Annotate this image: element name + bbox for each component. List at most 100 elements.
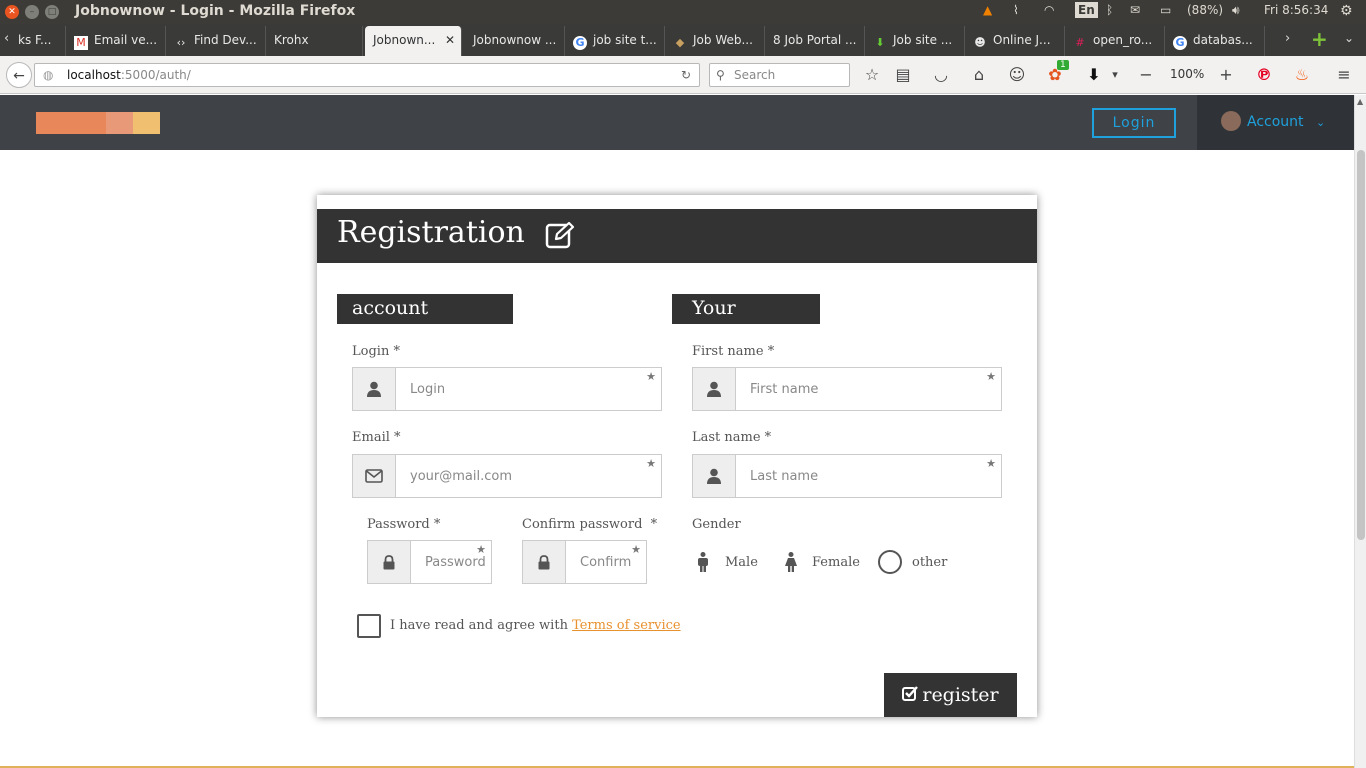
your-details-heading: Your details — [672, 294, 820, 347]
minimize-window-icon[interactable]: – — [25, 5, 39, 19]
tab[interactable]: ‹› Find Dev... — [166, 26, 266, 56]
first-name-input[interactable] — [737, 368, 999, 410]
site-logo[interactable] — [36, 112, 160, 134]
last-name-input[interactable] — [737, 455, 999, 497]
vlc-icon[interactable]: ▲ — [983, 3, 992, 17]
other-label: other — [912, 554, 948, 570]
google-icon: G — [573, 36, 587, 50]
pocket-icon[interactable]: ◡ — [929, 62, 953, 88]
first-name-field: ★ — [692, 367, 1002, 411]
tab-scroll-right-icon[interactable]: › — [1285, 31, 1290, 46]
fire-icon[interactable]: ♨ — [1290, 62, 1314, 88]
settings-gear-icon[interactable]: ⚙ — [1340, 3, 1353, 19]
tab-label: Job site ... — [893, 33, 953, 47]
account-label: Account — [1247, 114, 1304, 130]
confirm-password-field: ★ — [522, 540, 647, 584]
close-tab-icon[interactable]: ✕ — [445, 33, 455, 47]
back-button[interactable]: ← — [6, 62, 32, 88]
hamburger-menu-icon[interactable]: ≡ — [1332, 62, 1356, 88]
owl-icon: ☻ — [974, 36, 986, 49]
url-bar[interactable]: ◍ localhost:5000/auth/ ↻ — [34, 63, 700, 87]
tab[interactable]: Jobnownow ... — [465, 26, 565, 56]
downloads-dropdown-icon[interactable]: ▾ — [1108, 62, 1122, 88]
tab-list-icon[interactable]: ⌄ — [1344, 31, 1354, 45]
paperclip-icon[interactable]: ⌇ — [1013, 3, 1019, 17]
tab[interactable]: ⬇ Job site ... — [865, 26, 965, 56]
site-identity-icon[interactable]: ◍ — [43, 64, 53, 86]
gmail-icon: M — [74, 36, 88, 50]
mail-icon[interactable]: ✉ — [1130, 3, 1140, 17]
registration-header: Registration — [317, 209, 1037, 263]
slack-icon: # — [1075, 36, 1085, 49]
keyboard-language[interactable]: En — [1075, 2, 1098, 18]
site-header: Login Account ⌄ — [0, 95, 1354, 150]
downloads-icon[interactable]: ⬇ — [1082, 62, 1106, 88]
gender-female-option[interactable]: Female — [784, 552, 860, 572]
terms-of-service-link[interactable]: Terms of service — [572, 618, 681, 633]
gender-male-option[interactable]: Male — [697, 552, 758, 572]
zoom-in-icon[interactable]: + — [1214, 62, 1238, 88]
tab-active[interactable]: Jobnown... ✕ — [365, 26, 462, 56]
tab[interactable]: ◆ Job Web... — [665, 26, 765, 56]
maximize-window-icon[interactable]: □ — [45, 5, 59, 19]
page-scrollbar[interactable]: ▲ — [1354, 95, 1366, 768]
email-input[interactable] — [397, 455, 659, 497]
lock-icon — [523, 541, 566, 583]
tab-label: Email ve... — [94, 33, 158, 47]
close-window-icon[interactable]: ✕ — [5, 5, 19, 19]
female-icon — [785, 552, 797, 572]
tab[interactable]: Gjob site t... — [565, 26, 665, 56]
wifi-icon[interactable]: ◠ — [1044, 3, 1054, 17]
bookmark-star-icon[interactable]: ☆ — [860, 62, 884, 88]
chat-icon[interactable]: ☺ — [1005, 62, 1029, 88]
login-label: Login * — [352, 344, 400, 359]
tab[interactable]: Gdatabas... — [1165, 26, 1265, 56]
required-star-icon: ★ — [646, 370, 656, 383]
bluetooth-icon[interactable]: ᛒ — [1106, 3, 1113, 17]
reading-list-icon[interactable]: ▤ — [891, 62, 915, 88]
tab[interactable]: # open_ro... — [1065, 26, 1165, 56]
new-tab-icon[interactable]: + — [1311, 27, 1328, 51]
window-title: Jobnownow - Login - Mozilla Firefox — [75, 3, 356, 19]
search-placeholder: Search — [734, 68, 776, 82]
check-square-icon — [902, 686, 919, 701]
first-name-label: First name * — [692, 344, 775, 359]
clock[interactable]: Fri 8:56:34 — [1264, 3, 1328, 17]
search-bar[interactable]: ⚲ Search — [709, 63, 850, 87]
register-button[interactable]: register — [884, 673, 1017, 717]
tab-scroll-left-icon[interactable]: ‹ — [4, 31, 9, 46]
tab[interactable]: ☻ Online J... — [965, 26, 1065, 56]
logo-block — [106, 112, 133, 134]
pinterest-icon[interactable]: ℗ — [1252, 62, 1276, 88]
zoom-out-icon[interactable]: − — [1134, 62, 1158, 88]
home-icon[interactable]: ⌂ — [967, 62, 991, 88]
tab[interactable]: M Email ve... — [66, 26, 166, 56]
gender-other-option[interactable]: other — [878, 550, 947, 574]
tab[interactable]: Krohx — [266, 26, 363, 56]
envelope-icon — [353, 455, 396, 497]
lock-icon — [368, 541, 411, 583]
navigation-toolbar: ← ◍ localhost:5000/auth/ ↻ ⚲ Search ☆ ▤ … — [0, 56, 1366, 94]
account-menu[interactable]: Account ⌄ — [1197, 95, 1354, 150]
tab-label: open_ro... — [1093, 33, 1153, 47]
download-arrow-icon: ⬇ — [875, 36, 885, 49]
zoom-level[interactable]: 100% — [1170, 67, 1204, 81]
required-star-icon: ★ — [646, 457, 656, 470]
header-login-button[interactable]: Login — [1092, 108, 1176, 138]
last-name-field: ★ — [692, 454, 1002, 498]
user-icon — [693, 455, 736, 497]
other-radio[interactable] — [878, 550, 902, 574]
scroll-up-arrow[interactable]: ▲ — [1357, 97, 1363, 106]
volume-icon[interactable]: 🔊︎ — [1232, 3, 1240, 18]
terms-checkbox[interactable] — [357, 614, 381, 638]
tab[interactable]: ks F... — [16, 26, 66, 56]
battery-icon[interactable]: ▭ — [1160, 3, 1171, 17]
scrollbar-thumb[interactable] — [1357, 150, 1365, 540]
tab-label: Job Web... — [693, 33, 753, 47]
chevron-down-icon: ⌄ — [1315, 116, 1326, 129]
login-input[interactable] — [397, 368, 659, 410]
reload-icon[interactable]: ↻ — [681, 64, 691, 86]
tab[interactable]: 8 Job Portal ... — [765, 26, 865, 56]
page-title: Registration — [337, 215, 525, 250]
tab-label: job site t... — [593, 33, 657, 47]
